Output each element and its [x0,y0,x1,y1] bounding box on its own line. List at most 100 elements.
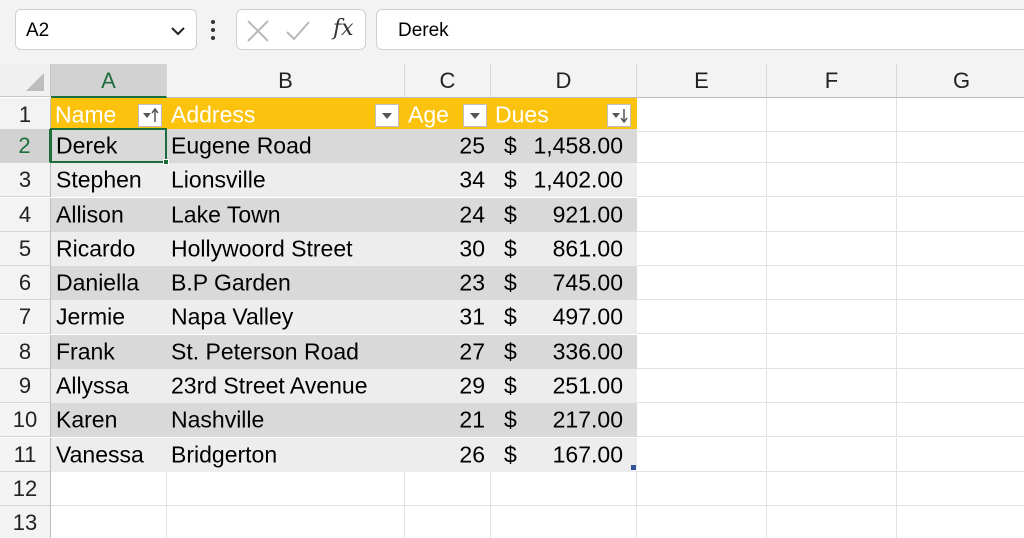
empty-cell[interactable] [897,438,1024,472]
empty-cell[interactable] [767,266,897,300]
row-header-4[interactable]: 4 [0,198,51,232]
empty-cell[interactable] [767,438,897,472]
age-cell[interactable]: 21 [405,403,491,437]
address-cell[interactable]: Bridgerton [167,438,405,472]
age-cell[interactable]: 26 [405,438,491,472]
empty-cell[interactable] [767,198,897,232]
empty-cell[interactable] [637,335,767,369]
name-cell[interactable]: Vanessa [51,438,167,472]
column-header-c[interactable]: C [405,64,491,98]
empty-cell[interactable] [897,403,1024,437]
empty-cell[interactable] [167,506,405,538]
row-header-8[interactable]: 8 [0,335,51,369]
empty-cell[interactable] [897,266,1024,300]
x-icon[interactable] [245,18,271,44]
table-resize-handle[interactable] [631,465,636,470]
empty-cell[interactable] [491,506,637,538]
empty-cell[interactable] [491,472,637,506]
empty-cell[interactable] [637,369,767,403]
check-icon[interactable] [285,18,311,44]
name-cell[interactable]: Ricardo [51,232,167,266]
row-header-10[interactable]: 10 [0,403,51,437]
dues-cell[interactable]: $251.00 [491,369,637,403]
empty-cell[interactable] [637,506,767,538]
empty-cell[interactable] [767,163,897,197]
column-header-f[interactable]: F [767,64,897,98]
dues-cell[interactable]: $861.00 [491,232,637,266]
empty-cell[interactable] [897,335,1024,369]
sort-ascending-filter-button[interactable] [138,104,162,127]
row-header-13[interactable]: 13 [0,506,51,538]
row-header-1[interactable]: 1 [0,98,51,132]
name-cell[interactable]: Jermie [51,300,167,334]
dues-cell[interactable]: $497.00 [491,300,637,334]
empty-cell[interactable] [897,232,1024,266]
address-filter-button[interactable] [375,104,399,127]
name-cell[interactable]: Stephen [51,163,167,197]
dues-cell[interactable]: $1,402.00 [491,163,637,197]
empty-cell[interactable] [897,198,1024,232]
empty-cell[interactable] [767,369,897,403]
chevron-down-icon[interactable] [169,22,187,40]
name-cell[interactable]: Allyssa [51,369,167,403]
dues-cell[interactable]: $921.00 [491,198,637,232]
address-cell[interactable]: 23rd Street Avenue [167,369,405,403]
row-header-7[interactable]: 7 [0,300,51,334]
dues-cell[interactable]: $745.00 [491,266,637,300]
address-cell[interactable]: Napa Valley [167,300,405,334]
empty-cell[interactable] [897,300,1024,334]
column-header-b[interactable]: B [167,64,405,98]
select-all-corner[interactable] [0,64,51,97]
empty-cell[interactable] [637,129,767,163]
empty-cell[interactable] [637,98,767,132]
header-cell-address[interactable]: Address [167,98,405,132]
age-filter-button[interactable] [463,104,487,127]
name-cell[interactable]: Karen [51,403,167,437]
fx-icon[interactable]: fx [333,16,354,41]
age-cell[interactable]: 23 [405,266,491,300]
empty-cell[interactable] [405,472,491,506]
dues-cell[interactable]: $217.00 [491,403,637,437]
empty-cell[interactable] [767,232,897,266]
name-box[interactable]: A2 [15,9,197,50]
vertical-dots-icon[interactable] [207,17,219,43]
age-cell[interactable]: 27 [405,335,491,369]
row-header-5[interactable]: 5 [0,232,51,266]
sort-descending-filter-button[interactable] [607,104,631,127]
empty-cell[interactable] [637,198,767,232]
address-cell[interactable]: Hollywoord Street [167,232,405,266]
formula-input[interactable]: Derek [376,9,1024,50]
age-cell[interactable]: 29 [405,369,491,403]
address-cell[interactable]: St. Peterson Road [167,335,405,369]
empty-cell[interactable] [767,300,897,334]
empty-cell[interactable] [637,472,767,506]
address-cell[interactable]: Lake Town [167,198,405,232]
row-header-12[interactable]: 12 [0,472,51,506]
empty-cell[interactable] [405,506,491,538]
empty-cell[interactable] [897,506,1024,538]
row-header-6[interactable]: 6 [0,266,51,300]
row-header-11[interactable]: 11 [0,438,51,472]
empty-cell[interactable] [767,506,897,538]
empty-cell[interactable] [637,266,767,300]
column-header-e[interactable]: E [637,64,767,98]
empty-cell[interactable] [897,472,1024,506]
dues-cell[interactable]: $167.00 [491,438,637,472]
empty-cell[interactable] [897,369,1024,403]
header-cell-name[interactable]: Name [51,98,167,132]
empty-cell[interactable] [897,98,1024,132]
empty-cell[interactable] [767,98,897,132]
empty-cell[interactable] [51,472,167,506]
age-cell[interactable]: 30 [405,232,491,266]
empty-cell[interactable] [637,403,767,437]
empty-cell[interactable] [637,163,767,197]
column-header-d[interactable]: D [491,64,637,98]
age-cell[interactable]: 25 [405,129,491,163]
empty-cell[interactable] [767,129,897,163]
dues-cell[interactable]: $336.00 [491,335,637,369]
empty-cell[interactable] [767,472,897,506]
name-cell[interactable]: Frank [51,335,167,369]
age-cell[interactable]: 34 [405,163,491,197]
empty-cell[interactable] [767,403,897,437]
age-cell[interactable]: 24 [405,198,491,232]
